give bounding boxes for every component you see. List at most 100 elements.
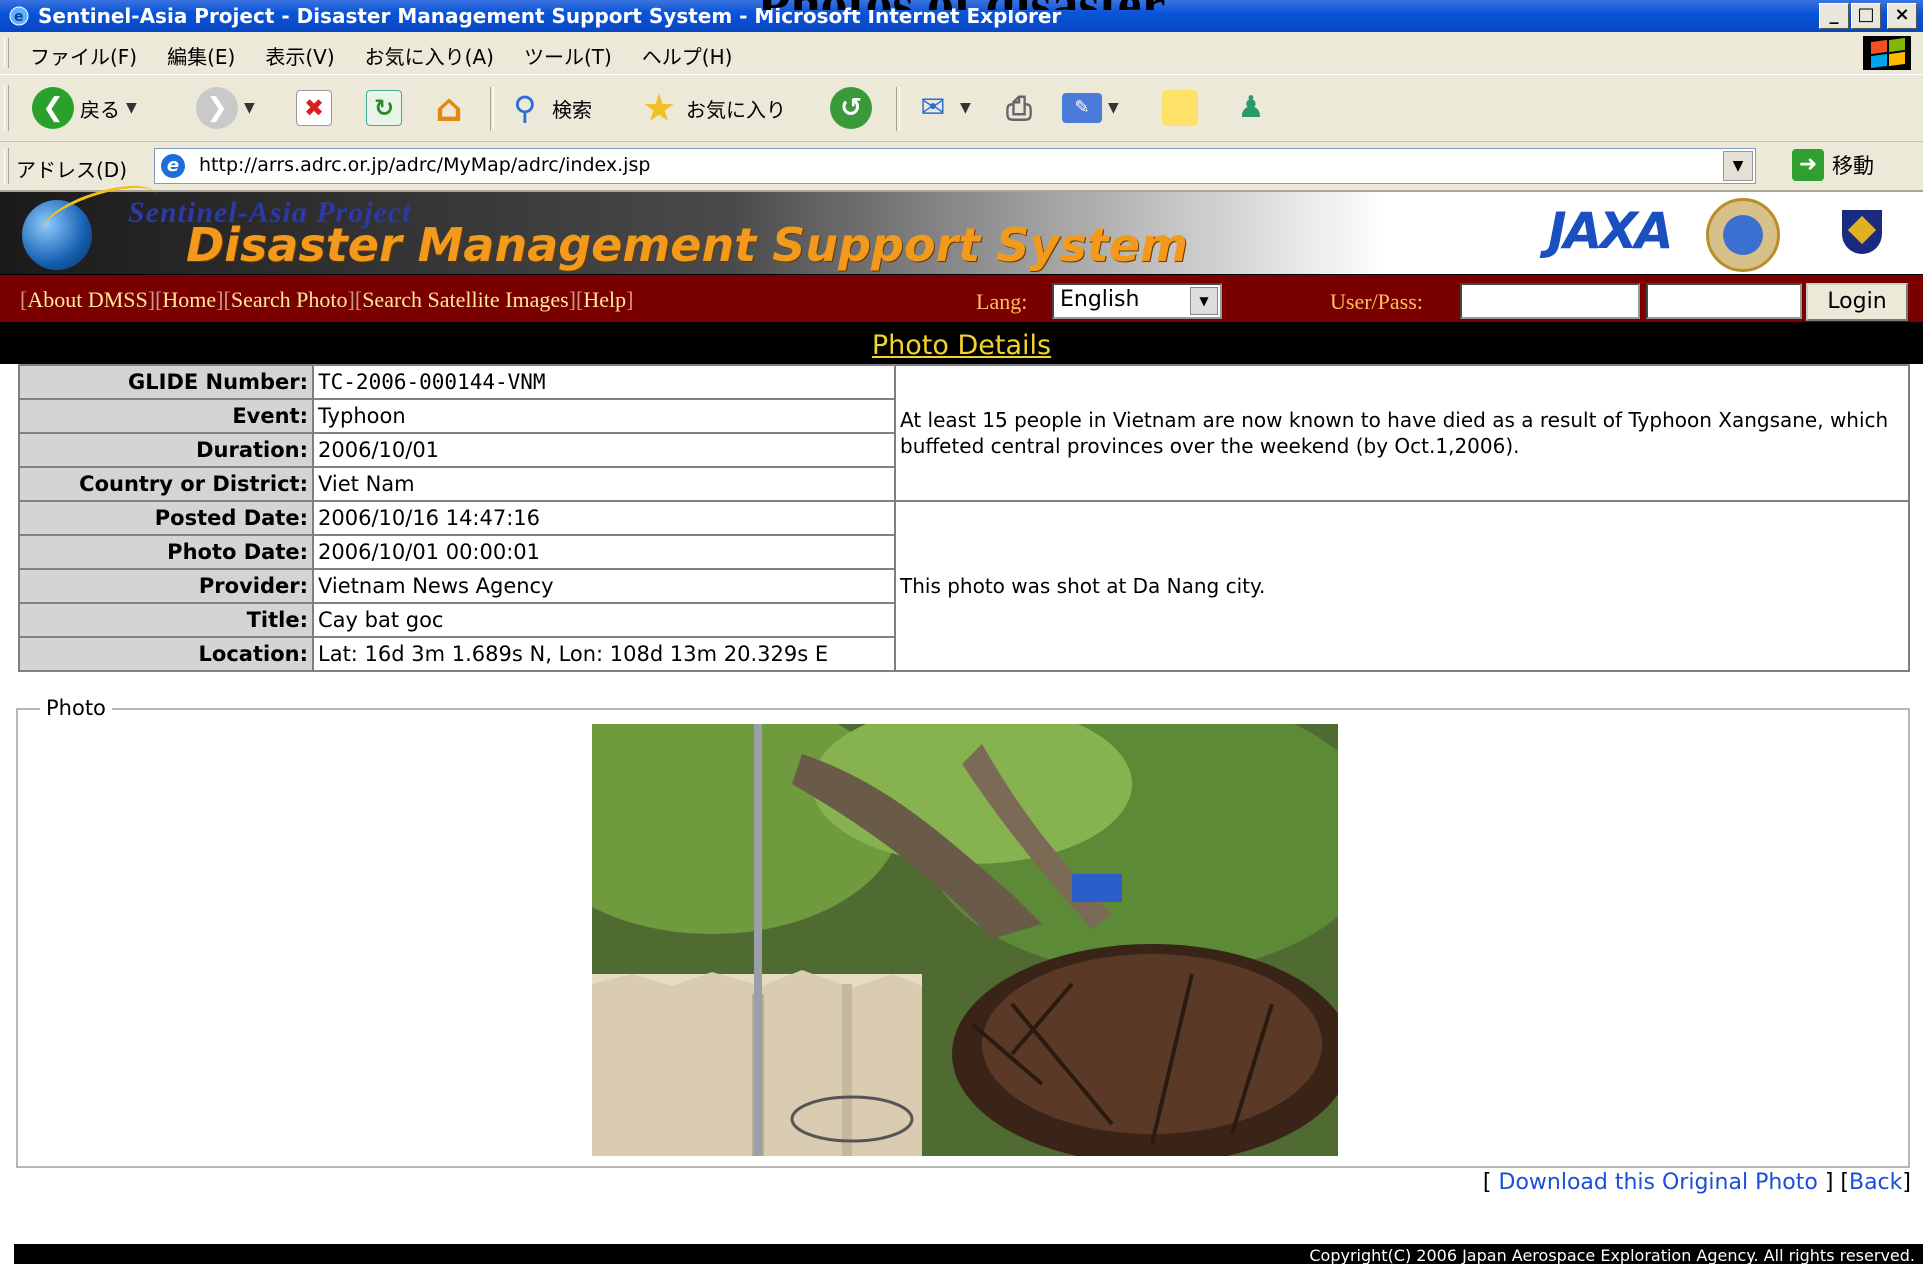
menu-tools[interactable]: ツール(T): [524, 41, 612, 70]
language-value: English: [1060, 287, 1140, 312]
nav-about-dmss[interactable]: About DMSS: [27, 287, 147, 312]
nav-search-satellite-images[interactable]: Search Satellite Images: [362, 287, 568, 312]
download-original-photo-link[interactable]: Download this Original Photo: [1499, 1170, 1818, 1195]
chevron-down-icon[interactable]: ▼: [1190, 287, 1218, 315]
table-row: GLIDE Number: TC-2006-000144-VNM At leas…: [18, 364, 1910, 502]
field-label: Provider:: [18, 568, 314, 604]
stop-icon: ✖: [296, 90, 332, 126]
go-button[interactable]: ➜ 移動: [1792, 149, 1874, 181]
edit-button[interactable]: ✎ ▼: [1062, 75, 1119, 141]
print-button[interactable]: ⎙: [998, 75, 1040, 141]
copyright-text: Copyright(C) 2006 Japan Aerospace Explor…: [1309, 1246, 1915, 1265]
mail-dropdown-icon[interactable]: ▼: [960, 100, 971, 116]
field-label: Title:: [18, 602, 314, 638]
field-label: Event:: [18, 398, 314, 434]
menu-view[interactable]: 表示(V): [265, 41, 334, 70]
menu-favorites[interactable]: お気に入り(A): [365, 41, 494, 70]
menu-grip: [4, 38, 9, 68]
refresh-button[interactable]: ↻: [366, 75, 402, 141]
lang-label: Lang:: [976, 289, 1028, 314]
address-url[interactable]: http://arrs.adrc.or.jp/adrc/MyMap/adrc/i…: [199, 154, 650, 176]
username-input[interactable]: [1460, 283, 1640, 319]
address-grip: [4, 148, 9, 184]
photo-fieldset: Photo: [16, 696, 1910, 1168]
back-arrow-icon: ❮: [32, 87, 74, 129]
history-icon: ↺: [830, 87, 872, 129]
refresh-icon: ↻: [366, 90, 402, 126]
photo-legend: Photo: [40, 696, 112, 720]
site-nav: [About DMSS][Home][Search Photo][Search …: [0, 274, 1923, 323]
field-label: GLIDE Number:: [18, 364, 314, 400]
adrc-logo: [1706, 198, 1780, 272]
favorites-star-icon: ★: [641, 86, 677, 130]
back-link[interactable]: Back: [1849, 1170, 1902, 1195]
address-input[interactable]: e http://arrs.adrc.or.jp/adrc/MyMap/adrc…: [154, 148, 1756, 184]
title-value: Cay bat goc: [312, 602, 896, 638]
field-label: Photo Date:: [18, 534, 314, 570]
edit-icon: ✎: [1062, 93, 1102, 123]
mail-button[interactable]: ✉ ▼: [912, 75, 971, 141]
page-icon: e: [161, 154, 185, 178]
photo-description: This photo was shot at Da Nang city.: [894, 500, 1910, 672]
menu-bar: ファイル(F) 編集(E) 表示(V) お気に入り(A) ツール(T) ヘルプ(…: [0, 32, 1923, 75]
menu-help[interactable]: ヘルプ(H): [642, 41, 733, 70]
user-pass-label: User/Pass:: [1330, 289, 1423, 314]
nav-home[interactable]: Home: [162, 287, 216, 312]
forward-button[interactable]: ❯ ▼: [196, 75, 255, 141]
history-button[interactable]: ↺: [830, 75, 872, 141]
site-title: Disaster Management Support System: [186, 218, 1188, 272]
back-button[interactable]: ❮ 戻る ▼: [32, 75, 137, 141]
field-label: Posted Date:: [18, 500, 314, 536]
address-dropdown-icon[interactable]: ▼: [1723, 151, 1753, 181]
keio-university-logo: [1822, 198, 1908, 270]
back-dropdown-icon[interactable]: ▼: [126, 100, 137, 116]
disaster-photo: [592, 724, 1338, 1156]
search-button[interactable]: ⚲ 検索: [504, 75, 592, 141]
section-title: Photo Details: [871, 330, 1052, 361]
footer: Copyright(C) 2006 Japan Aerospace Explor…: [14, 1244, 1923, 1265]
address-label: アドレス(D): [16, 158, 128, 182]
messenger-icon: ♟: [1237, 90, 1265, 125]
toolbar: ❮ 戻る ▼ ❯ ▼ ✖ ↻ ⌂ ⚲ 検索 ★ お気に入り ↺ ✉ ▼ ⎙ ✎ …: [0, 75, 1923, 142]
posted-date-value: 2006/10/16 14:47:16: [312, 500, 896, 536]
forward-dropdown-icon[interactable]: ▼: [244, 100, 255, 116]
photo-actions: [ Download this Original Photo ] [Back]: [1482, 1170, 1911, 1195]
field-label: Duration:: [18, 432, 314, 468]
home-icon: ⌂: [435, 86, 463, 130]
country-value: Viet Nam: [312, 466, 896, 502]
discuss-button[interactable]: [1162, 75, 1198, 141]
favorites-button[interactable]: ★ お気に入り: [638, 75, 786, 141]
photo-date-value: 2006/10/01 00:00:01: [312, 534, 896, 570]
favorites-label: お気に入り: [686, 97, 786, 122]
photo-details-table: GLIDE Number: TC-2006-000144-VNM At leas…: [18, 364, 1910, 672]
login-button[interactable]: Login: [1806, 283, 1908, 321]
menu-edit[interactable]: 編集(E): [167, 41, 235, 70]
svg-text:e: e: [14, 9, 24, 25]
messenger-button[interactable]: ♟: [1230, 75, 1272, 141]
provider-value: Vietnam News Agency: [312, 568, 896, 604]
address-bar: アドレス(D) e http://arrs.adrc.or.jp/adrc/My…: [0, 142, 1923, 192]
jaxa-logo: JAXA: [1548, 202, 1674, 260]
table-row: Posted Date: 2006/10/16 14:47:16 This ph…: [18, 500, 1910, 672]
site-header: Sentinel-Asia Project Disaster Managemen…: [0, 174, 1923, 274]
password-input[interactable]: [1646, 283, 1802, 319]
mail-icon: ✉: [920, 90, 946, 125]
location-value: Lat: 16d 3m 1.689s N, Lon: 108d 13m 20.3…: [312, 636, 896, 672]
search-icon: ⚲: [513, 89, 537, 127]
nav-help[interactable]: Help: [583, 287, 626, 312]
menu-file[interactable]: ファイル(F): [30, 41, 137, 70]
go-label: 移動: [1832, 154, 1874, 178]
toolbar-grip: [4, 85, 9, 131]
field-label: Country or District:: [18, 466, 314, 502]
search-label: 検索: [552, 97, 592, 122]
stop-button[interactable]: ✖: [296, 75, 332, 141]
edit-dropdown-icon[interactable]: ▼: [1108, 100, 1119, 116]
forward-arrow-icon: ❯: [196, 87, 238, 129]
home-button[interactable]: ⌂: [428, 75, 470, 141]
event-description: At least 15 people in Vietnam are now kn…: [894, 364, 1910, 502]
event-value: Typhoon: [312, 398, 896, 434]
glide-number-value: TC-2006-000144-VNM: [312, 364, 896, 400]
note-icon: [1162, 90, 1198, 126]
nav-search-photo[interactable]: Search Photo: [231, 287, 348, 312]
language-select[interactable]: English ▼: [1052, 283, 1222, 319]
